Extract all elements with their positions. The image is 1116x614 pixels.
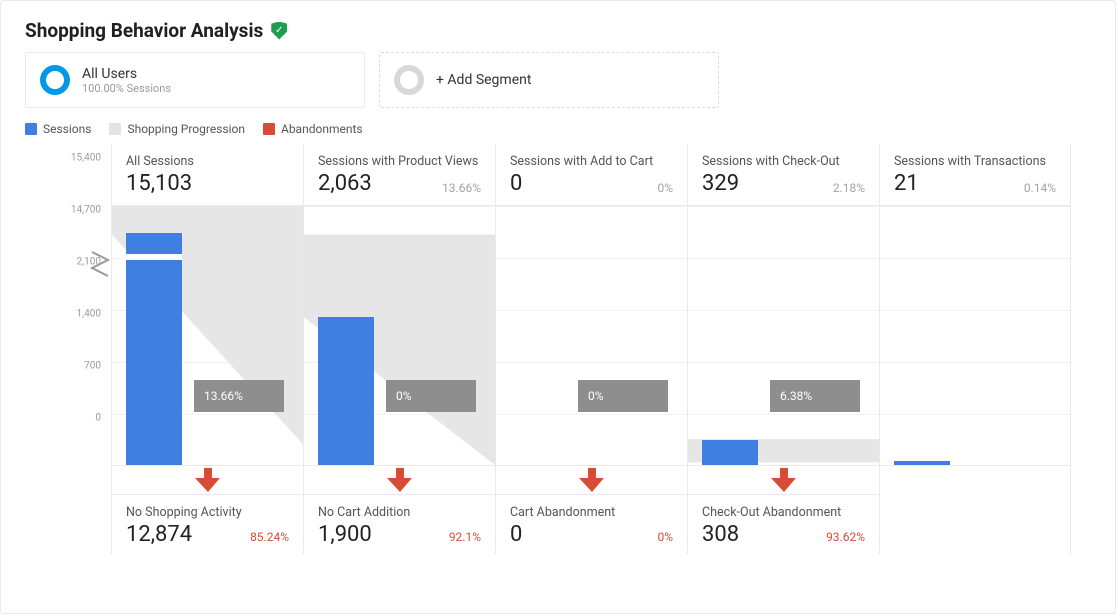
stage-value: 0 xyxy=(510,171,673,196)
segment-row: All Users 100.00% Sessions + Add Segment xyxy=(1,52,1115,122)
legend-progression-swatch xyxy=(109,123,121,135)
abandon-label: Cart Abandonment xyxy=(510,505,673,520)
progression-fill xyxy=(688,206,879,465)
segment-name: All Users xyxy=(82,66,171,82)
funnel-stage[interactable]: Sessions with Check-Out3292.18%6.38%Chec… xyxy=(687,144,879,554)
drop-arrow-icon xyxy=(195,468,221,492)
y-tick: 14,700 xyxy=(71,205,101,216)
funnel-stages: All Sessions 15,103 13.66% No Shopping Acti… xyxy=(111,144,1091,554)
y-tick: 15,400 xyxy=(71,153,101,164)
funnel-stage[interactable]: Sessions with Product Views2,06313.66%0%… xyxy=(303,144,495,554)
stage-label: All Sessions xyxy=(126,154,289,169)
funnel-chart: 15,400 14,700 2,100 1,400 700 0 All Sess… xyxy=(1,144,1115,554)
y-tick: 700 xyxy=(84,361,101,372)
abandon-value: 0 xyxy=(510,522,673,547)
legend-progression-label: Shopping Progression xyxy=(127,122,245,136)
drop-arrow-icon xyxy=(387,468,413,492)
stage-value: 15,103 xyxy=(126,171,289,196)
abandon-label: Check-Out Abandonment xyxy=(702,505,865,520)
funnel-stage[interactable]: Sessions with Transactions210.14% xyxy=(879,144,1071,554)
segment-add[interactable]: + Add Segment xyxy=(379,52,719,108)
abandon-pct: 85.24% xyxy=(250,530,289,544)
progression-arrow: 0% xyxy=(578,380,668,412)
progression-arrow: 6.38% xyxy=(770,380,860,412)
segment-add-ring-icon xyxy=(394,65,424,95)
stage-label: Sessions with Transactions xyxy=(894,154,1056,169)
progression-arrow: 0% xyxy=(386,380,476,412)
sessions-bar xyxy=(126,233,182,465)
chart-legend: Sessions Shopping Progression Abandonmen… xyxy=(1,122,1115,144)
abandon-label: No Cart Addition xyxy=(318,505,481,520)
segment-add-label: + Add Segment xyxy=(436,72,531,88)
legend-sessions-swatch xyxy=(25,123,37,135)
segment-selected[interactable]: All Users 100.00% Sessions xyxy=(25,52,365,108)
sessions-bar xyxy=(318,317,374,465)
drop-arrow-icon xyxy=(579,468,605,492)
verified-shield-icon: ✓ xyxy=(271,22,287,40)
axis-break-icon xyxy=(126,254,182,260)
page-title: Shopping Behavior Analysis xyxy=(25,19,263,42)
y-tick: 0 xyxy=(95,413,101,424)
legend-abandon-swatch xyxy=(263,123,275,135)
drop-arrow-icon xyxy=(771,468,797,492)
stage-pct: 0.14% xyxy=(1024,181,1056,195)
axis-break-zigzag-icon xyxy=(90,248,110,288)
stage-label: Sessions with Product Views xyxy=(318,154,481,169)
sessions-bar xyxy=(894,461,950,465)
stage-label: Sessions with Check-Out xyxy=(702,154,865,169)
stage-pct: 0% xyxy=(657,181,673,195)
stage-label: Sessions with Add to Cart xyxy=(510,154,673,169)
stage-pct: 13.66% xyxy=(442,181,481,195)
funnel-stage[interactable]: Sessions with Add to Cart00%0%Cart Aband… xyxy=(495,144,687,554)
progression-arrow: 13.66% xyxy=(194,380,284,412)
stage-pct: 2.18% xyxy=(833,181,865,195)
segment-detail: 100.00% Sessions xyxy=(82,82,171,95)
sessions-bar xyxy=(702,440,758,465)
legend-abandon-label: Abandonments xyxy=(281,122,363,136)
abandon-pct: 0% xyxy=(657,530,673,544)
report-card: Shopping Behavior Analysis ✓ All Users 1… xyxy=(0,0,1116,614)
funnel-stage[interactable]: All Sessions 15,103 13.66% No Shopping Acti… xyxy=(111,144,303,554)
legend-sessions-label: Sessions xyxy=(43,122,91,136)
segment-ring-icon xyxy=(40,65,70,95)
abandon-pct: 93.62% xyxy=(826,530,865,544)
abandon-label: No Shopping Activity xyxy=(126,505,289,520)
abandon-pct: 92.1% xyxy=(449,530,481,544)
y-tick: 1,400 xyxy=(77,309,101,320)
y-axis: 15,400 14,700 2,100 1,400 700 0 xyxy=(25,144,111,464)
